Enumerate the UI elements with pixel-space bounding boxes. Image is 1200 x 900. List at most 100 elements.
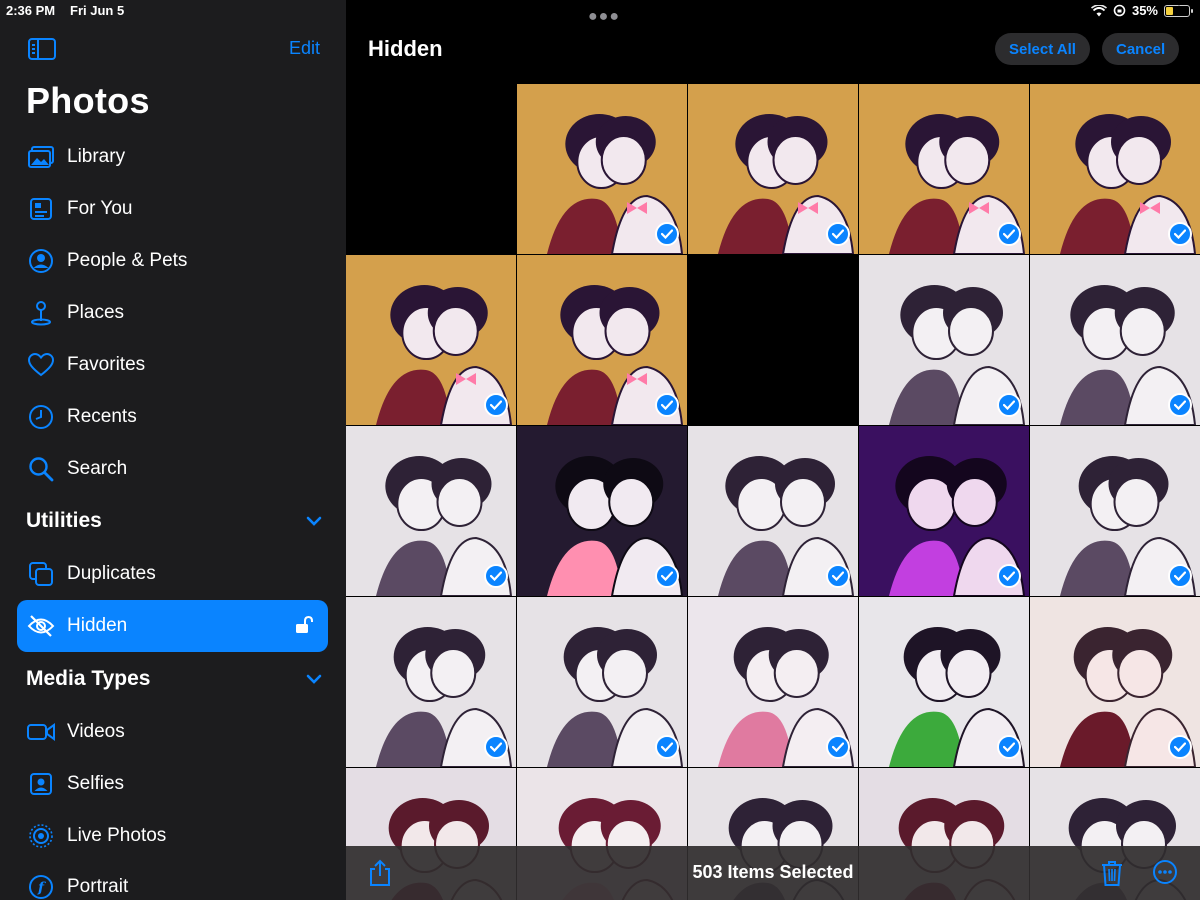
sidebar: Edit Photos Library For You People & Pet… bbox=[0, 0, 346, 900]
heart-icon bbox=[27, 351, 55, 379]
photo-thumbnail[interactable] bbox=[688, 426, 858, 596]
photo-thumbnail[interactable] bbox=[346, 597, 516, 767]
battery-percent: 35% bbox=[1131, 3, 1158, 18]
sidebar-item-search[interactable]: Search bbox=[17, 444, 328, 494]
sidebar-item-places[interactable]: Places bbox=[17, 288, 328, 338]
photo-thumbnail[interactable] bbox=[1030, 597, 1200, 767]
sidebar-item-videos[interactable]: Videos bbox=[17, 707, 328, 757]
battery-icon: ⚡ bbox=[1164, 4, 1193, 17]
checkmark-icon bbox=[1168, 222, 1192, 246]
for-you-icon bbox=[27, 195, 55, 223]
sidebar-item-label: Favorites bbox=[67, 354, 146, 375]
duplicates-icon bbox=[27, 560, 55, 588]
sidebar-item-hidden[interactable]: Hidden bbox=[17, 600, 328, 652]
map-pin-icon bbox=[27, 299, 55, 327]
page-title: Hidden bbox=[368, 36, 443, 61]
search-icon bbox=[27, 455, 55, 483]
photo-thumbnail[interactable] bbox=[346, 84, 516, 254]
section-media-types[interactable]: Media Types bbox=[26, 664, 326, 694]
checkmark-icon bbox=[997, 735, 1021, 759]
sidebar-item-label: Library bbox=[67, 146, 126, 167]
photo-thumbnail[interactable] bbox=[517, 597, 687, 767]
sidebar-title: Photos bbox=[26, 80, 150, 121]
sidebar-item-selfies[interactable]: Selfies bbox=[17, 759, 328, 809]
sidebar-item-label: Search bbox=[67, 458, 128, 479]
checkmark-icon bbox=[655, 735, 679, 759]
cancel-button[interactable]: Cancel bbox=[1102, 33, 1180, 65]
checkmark-icon bbox=[997, 222, 1021, 246]
more-options-icon[interactable] bbox=[1152, 859, 1178, 890]
person-icon bbox=[27, 247, 55, 275]
photo-thumbnail[interactable] bbox=[859, 426, 1029, 596]
selection-count: 503 Items Selected bbox=[692, 862, 854, 882]
edit-button[interactable]: Edit bbox=[289, 38, 320, 59]
wifi-icon bbox=[1090, 4, 1107, 16]
photo-thumbnail[interactable] bbox=[346, 426, 516, 596]
selfie-icon bbox=[27, 770, 55, 798]
checkmark-icon bbox=[484, 564, 508, 588]
photo-thumbnail[interactable] bbox=[688, 255, 858, 425]
photo-image bbox=[688, 255, 858, 425]
section-utilities[interactable]: Utilities bbox=[26, 506, 326, 536]
photo-thumbnail[interactable] bbox=[859, 597, 1029, 767]
photo-thumbnail[interactable] bbox=[1030, 426, 1200, 596]
sidebar-item-label: Videos bbox=[67, 721, 125, 742]
sidebar-item-favorites[interactable]: Favorites bbox=[17, 340, 328, 390]
status-time: 2:36 PM bbox=[6, 3, 56, 18]
sidebar-item-people-pets[interactable]: People & Pets bbox=[17, 236, 328, 286]
sidebar-item-label: Recents bbox=[67, 406, 137, 427]
sidebar-item-label: Places bbox=[67, 302, 125, 323]
chevron-down-icon bbox=[306, 513, 322, 529]
sidebar-item-live-photos[interactable]: Live Photos bbox=[17, 811, 328, 861]
checkmark-icon bbox=[997, 393, 1021, 417]
photo-thumbnail[interactable] bbox=[346, 255, 516, 425]
status-bar: 2:36 PM Fri Jun 5 35% ⚡ bbox=[0, 0, 1200, 22]
checkmark-icon bbox=[1168, 564, 1192, 588]
photo-image bbox=[346, 84, 516, 254]
status-right: 35% ⚡ bbox=[1090, 3, 1193, 18]
sidebar-item-recents[interactable]: Recents bbox=[17, 392, 328, 442]
sidebar-item-library[interactable]: Library bbox=[17, 132, 328, 182]
select-all-button[interactable]: Select All bbox=[995, 33, 1090, 65]
main-header: ●●● Hidden Select All Cancel bbox=[346, 8, 1200, 84]
sidebar-item-portrait[interactable]: f Portrait bbox=[17, 862, 328, 900]
checkmark-icon bbox=[484, 735, 508, 759]
checkmark-icon bbox=[484, 393, 508, 417]
checkmark-icon bbox=[997, 564, 1021, 588]
sidebar-item-label: Live Photos bbox=[67, 825, 167, 846]
main-content: ●●● Hidden Select All Cancel 503 Items S… bbox=[346, 0, 1200, 900]
selection-toolbar: 503 Items Selected bbox=[346, 846, 1200, 900]
checkmark-icon bbox=[655, 393, 679, 417]
orientation-lock-icon bbox=[1113, 4, 1126, 17]
photo-thumbnail[interactable] bbox=[688, 597, 858, 767]
photo-thumbnail[interactable] bbox=[517, 255, 687, 425]
sidebar-item-label: People & Pets bbox=[67, 250, 188, 271]
photo-thumbnail[interactable] bbox=[1030, 84, 1200, 254]
status-date: Fri Jun 5 bbox=[70, 3, 125, 18]
photo-thumbnail[interactable] bbox=[517, 426, 687, 596]
photo-library-icon bbox=[27, 143, 55, 171]
sidebar-item-for-you[interactable]: For You bbox=[17, 184, 328, 234]
sidebar-item-duplicates[interactable]: Duplicates bbox=[17, 549, 328, 599]
live-photo-icon bbox=[27, 822, 55, 850]
checkmark-icon bbox=[826, 735, 850, 759]
sidebar-item-label: Hidden bbox=[67, 615, 128, 636]
photo-thumbnail[interactable] bbox=[859, 84, 1029, 254]
photo-thumbnail[interactable] bbox=[517, 84, 687, 254]
clock-icon bbox=[27, 403, 55, 431]
trash-icon[interactable] bbox=[1100, 859, 1124, 892]
sidebar-item-label: Portrait bbox=[67, 876, 129, 897]
svg-text:f: f bbox=[37, 880, 47, 896]
photo-thumbnail[interactable] bbox=[688, 84, 858, 254]
checkmark-icon bbox=[1168, 393, 1192, 417]
checkmark-icon bbox=[826, 564, 850, 588]
sidebar-toggle-icon[interactable] bbox=[28, 38, 56, 60]
checkmark-icon bbox=[655, 564, 679, 588]
chevron-down-icon bbox=[306, 671, 322, 687]
sidebar-item-label: Duplicates bbox=[67, 563, 156, 584]
photo-thumbnail[interactable] bbox=[1030, 255, 1200, 425]
sidebar-item-label: Selfies bbox=[67, 773, 125, 794]
video-icon bbox=[27, 718, 55, 746]
portrait-icon: f bbox=[27, 873, 55, 900]
photo-thumbnail[interactable] bbox=[859, 255, 1029, 425]
